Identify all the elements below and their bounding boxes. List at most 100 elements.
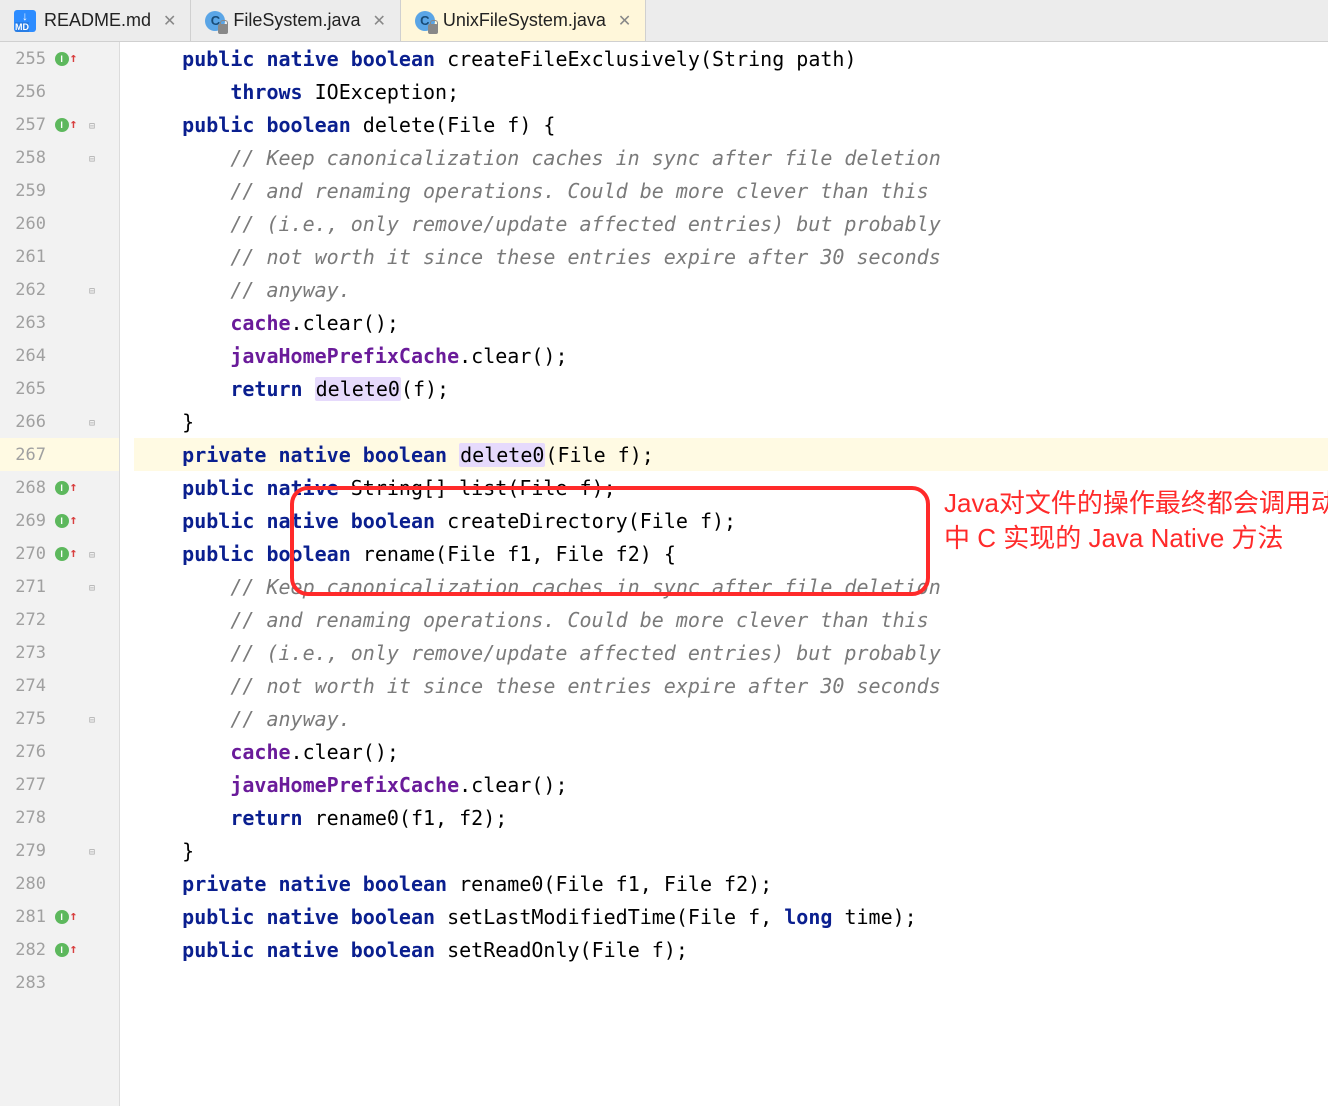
line-number[interactable]: 265	[0, 379, 52, 399]
code-line[interactable]: public boolean delete(File f) {	[134, 108, 1328, 141]
code-line[interactable]: // Keep canonicalization caches in sync …	[134, 570, 1328, 603]
line-number[interactable]: 270	[0, 544, 52, 564]
line-number[interactable]: 271	[0, 577, 52, 597]
fold-handle[interactable]	[80, 151, 104, 165]
override-arrow-icon[interactable]: ↑	[70, 117, 78, 132]
line-number[interactable]: 259	[0, 181, 52, 201]
implements-icon[interactable]: I	[55, 52, 69, 66]
code-line[interactable]: public native boolean setLastModifiedTim…	[134, 900, 1328, 933]
code-line[interactable]: return delete0(f);	[134, 372, 1328, 405]
code-area[interactable]: Java对文件的操作最终都会调用动态链接库中 C 实现的 Java Native…	[120, 42, 1328, 1106]
gutter-marker[interactable]: I↑	[52, 117, 80, 132]
gutter-marker[interactable]: I↑	[52, 480, 80, 495]
code-line[interactable]: // anyway.	[134, 702, 1328, 735]
line-number[interactable]: 260	[0, 214, 52, 234]
line-number[interactable]: 269	[0, 511, 52, 531]
gutter-row: 275	[0, 702, 119, 735]
line-number[interactable]: 267	[0, 445, 52, 465]
code-line[interactable]: }	[134, 834, 1328, 867]
tab-unixfilesystem[interactable]: C UnixFileSystem.java ✕	[401, 0, 646, 41]
override-arrow-icon[interactable]: ↑	[70, 942, 78, 957]
line-number[interactable]: 272	[0, 610, 52, 630]
fold-handle[interactable]	[80, 547, 104, 561]
line-number[interactable]: 280	[0, 874, 52, 894]
fold-handle[interactable]	[80, 415, 104, 429]
code-line[interactable]: javaHomePrefixCache.clear();	[134, 339, 1328, 372]
code-line[interactable]: // and renaming operations. Could be mor…	[134, 603, 1328, 636]
code-line[interactable]: public native boolean createDirectory(Fi…	[134, 504, 1328, 537]
code-line[interactable]: public native String[] list(File f);	[134, 471, 1328, 504]
implements-icon[interactable]: I	[55, 910, 69, 924]
line-number[interactable]: 283	[0, 973, 52, 993]
fold-handle[interactable]	[80, 283, 104, 297]
code-line[interactable]: private native boolean delete0(File f);	[134, 438, 1328, 471]
close-icon[interactable]: ✕	[163, 11, 176, 31]
implements-icon[interactable]: I	[55, 481, 69, 495]
code-line[interactable]: // not worth it since these entries expi…	[134, 240, 1328, 273]
line-number[interactable]: 256	[0, 82, 52, 102]
code-line[interactable]: public boolean rename(File f1, File f2) …	[134, 537, 1328, 570]
code-line[interactable]: // (i.e., only remove/update affected en…	[134, 636, 1328, 669]
override-arrow-icon[interactable]: ↑	[70, 546, 78, 561]
implements-icon[interactable]: I	[55, 943, 69, 957]
line-number[interactable]: 261	[0, 247, 52, 267]
fold-handle[interactable]	[80, 580, 104, 594]
line-number[interactable]: 257	[0, 115, 52, 135]
tab-filesystem[interactable]: C FileSystem.java ✕	[191, 0, 400, 41]
override-arrow-icon[interactable]: ↑	[70, 909, 78, 924]
line-number[interactable]: 279	[0, 841, 52, 861]
close-icon[interactable]: ✕	[372, 11, 385, 31]
code-line[interactable]	[134, 966, 1328, 999]
code-line[interactable]: cache.clear();	[134, 306, 1328, 339]
line-number[interactable]: 266	[0, 412, 52, 432]
line-number[interactable]: 278	[0, 808, 52, 828]
close-icon[interactable]: ✕	[618, 11, 631, 31]
code-line[interactable]: // (i.e., only remove/update affected en…	[134, 207, 1328, 240]
line-number[interactable]: 275	[0, 709, 52, 729]
code-line[interactable]: throws IOException;	[134, 75, 1328, 108]
line-number[interactable]: 274	[0, 676, 52, 696]
gutter-row: 276	[0, 735, 119, 768]
line-number[interactable]: 273	[0, 643, 52, 663]
editor-tabs: README.md ✕ C FileSystem.java ✕ C UnixFi…	[0, 0, 1328, 42]
code-line[interactable]: return rename0(f1, f2);	[134, 801, 1328, 834]
fold-handle[interactable]	[80, 118, 104, 132]
gutter-marker[interactable]: I↑	[52, 51, 80, 66]
code-line[interactable]: }	[134, 405, 1328, 438]
implements-icon[interactable]: I	[55, 514, 69, 528]
override-arrow-icon[interactable]: ↑	[70, 51, 78, 66]
line-number[interactable]: 276	[0, 742, 52, 762]
override-arrow-icon[interactable]: ↑	[70, 513, 78, 528]
gutter-marker[interactable]: I↑	[52, 513, 80, 528]
implements-icon[interactable]: I	[55, 547, 69, 561]
code-line[interactable]: public native boolean setReadOnly(File f…	[134, 933, 1328, 966]
code-line[interactable]: // Keep canonicalization caches in sync …	[134, 141, 1328, 174]
line-number[interactable]: 268	[0, 478, 52, 498]
override-arrow-icon[interactable]: ↑	[70, 480, 78, 495]
code-line[interactable]: public native boolean createFileExclusiv…	[134, 42, 1328, 75]
code-line[interactable]: // anyway.	[134, 273, 1328, 306]
line-number[interactable]: 264	[0, 346, 52, 366]
line-number[interactable]: 282	[0, 940, 52, 960]
line-number[interactable]: 258	[0, 148, 52, 168]
line-number[interactable]: 263	[0, 313, 52, 333]
java-class-icon: C	[415, 11, 435, 31]
gutter-marker[interactable]: I↑	[52, 942, 80, 957]
code-line[interactable]: cache.clear();	[134, 735, 1328, 768]
gutter-row: 279	[0, 834, 119, 867]
code-line[interactable]: javaHomePrefixCache.clear();	[134, 768, 1328, 801]
fold-handle[interactable]	[80, 712, 104, 726]
gutter-marker[interactable]: I↑	[52, 909, 80, 924]
line-number[interactable]: 281	[0, 907, 52, 927]
tab-readme[interactable]: README.md ✕	[0, 0, 191, 41]
line-number[interactable]: 255	[0, 49, 52, 69]
fold-handle[interactable]	[80, 844, 104, 858]
line-number[interactable]: 262	[0, 280, 52, 300]
code-line[interactable]: // not worth it since these entries expi…	[134, 669, 1328, 702]
gutter-marker[interactable]: I↑	[52, 546, 80, 561]
implements-icon[interactable]: I	[55, 118, 69, 132]
code-line[interactable]: private native boolean rename0(File f1, …	[134, 867, 1328, 900]
line-number[interactable]: 277	[0, 775, 52, 795]
gutter-row: 283	[0, 966, 119, 999]
code-line[interactable]: // and renaming operations. Could be mor…	[134, 174, 1328, 207]
